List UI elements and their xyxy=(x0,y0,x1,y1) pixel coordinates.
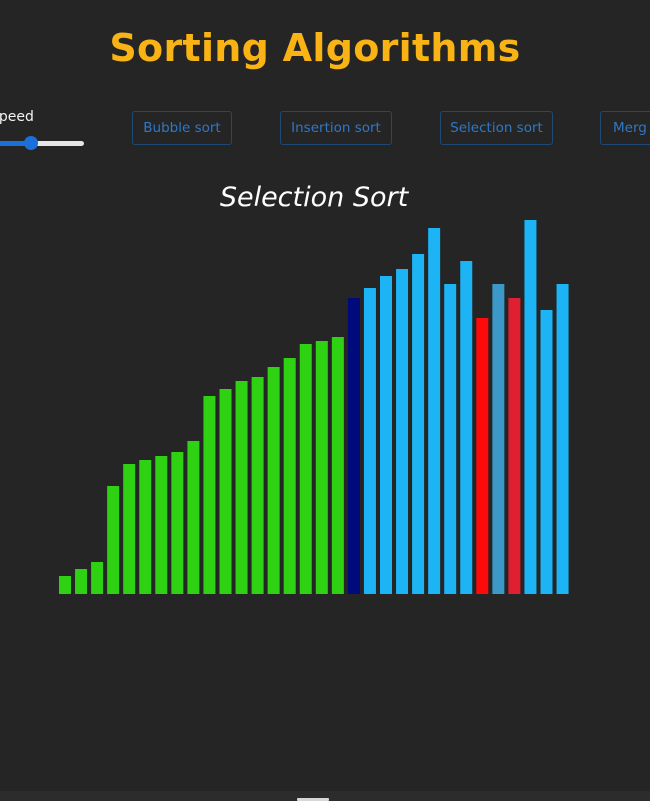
bar-sorted xyxy=(91,562,104,594)
bar-sorted xyxy=(123,464,136,594)
bar-sorted xyxy=(315,341,328,594)
bar-sorted xyxy=(155,456,168,594)
bar-sorted xyxy=(187,441,200,594)
bar-unsorted xyxy=(540,310,553,594)
bar-sorted xyxy=(171,452,184,594)
bar-sorted xyxy=(235,381,248,594)
bar-sorted xyxy=(267,367,280,594)
bar-compare-blue xyxy=(492,284,505,594)
bar-sorted xyxy=(251,377,264,594)
bar-unsorted xyxy=(556,284,569,594)
bar-unsorted xyxy=(460,261,473,594)
bar-sorted xyxy=(203,396,216,594)
bar-sorted xyxy=(75,569,88,594)
bar-sorted xyxy=(331,337,344,594)
bar-sorted xyxy=(219,389,232,594)
bar-sorted xyxy=(299,344,312,594)
bar-unsorted xyxy=(396,269,409,594)
bar-sorted xyxy=(283,358,296,594)
bar-unsorted xyxy=(412,254,425,594)
bar-current-min xyxy=(347,298,360,594)
app-page: Sorting Algorithms t Speed Bubble sort I… xyxy=(0,0,650,801)
bottom-bar xyxy=(0,791,650,801)
bar-unsorted xyxy=(524,220,537,594)
bar-unsorted xyxy=(428,228,441,594)
bar-compare-red xyxy=(476,318,489,594)
bar-unsorted xyxy=(380,276,392,594)
bar-unsorted xyxy=(363,288,376,594)
bar-sorted xyxy=(107,486,120,594)
bar-unsorted xyxy=(444,284,457,594)
bar-compare-dark-red xyxy=(508,298,521,594)
bars-visualization xyxy=(59,220,569,594)
bar-sorted xyxy=(59,576,71,594)
bar-sorted xyxy=(139,460,152,594)
